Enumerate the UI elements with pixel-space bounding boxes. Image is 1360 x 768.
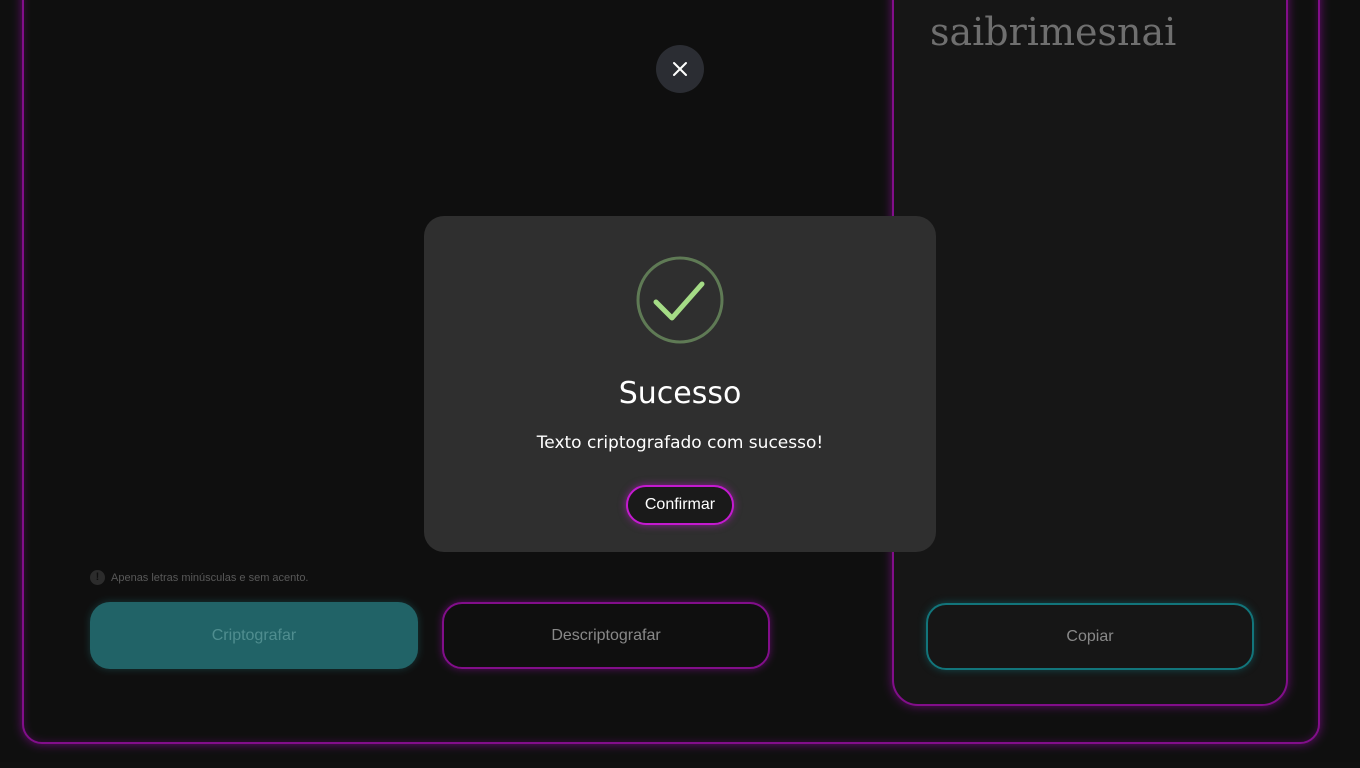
confirm-button[interactable]: Confirmar: [626, 485, 734, 525]
success-modal: Sucesso Texto criptografado com sucesso!…: [424, 216, 936, 552]
modal-title: Sucesso: [618, 376, 742, 411]
check-circle-icon: [636, 256, 724, 344]
modal-message: Texto criptografado com sucesso!: [536, 433, 824, 453]
page: saibrimesnai ! Apenas letras minúsculas …: [0, 0, 1360, 768]
close-modal-button[interactable]: [656, 45, 704, 93]
close-icon: [673, 62, 687, 76]
